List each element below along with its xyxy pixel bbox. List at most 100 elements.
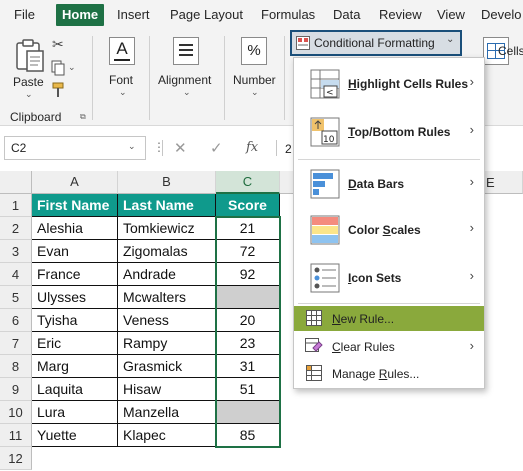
alignment-button[interactable]: Alignment ⌄ — [154, 34, 218, 97]
cell-score[interactable]: 51 — [216, 378, 280, 401]
menu-item-data-bars[interactable]: Data Bars › — [294, 162, 484, 206]
more-options-icon: ⋮ — [153, 140, 165, 154]
divider — [276, 140, 277, 156]
chevron-down-icon[interactable]: ⌄ — [68, 62, 76, 73]
row-header[interactable]: 3 — [0, 240, 32, 263]
cell-first-name[interactable]: Laquita — [32, 378, 118, 401]
cell-score[interactable]: 31 — [216, 355, 280, 378]
menu-item-icon-sets[interactable]: Icon Sets › — [294, 256, 484, 300]
clipboard-group-label: Clipboard — [10, 110, 62, 124]
row-header[interactable]: 10 — [0, 401, 32, 424]
tab-formulas[interactable]: Formulas — [261, 4, 315, 26]
cell-first-name[interactable]: Marg — [32, 355, 118, 378]
cell-score[interactable]: 72 — [216, 240, 280, 263]
column-header-b[interactable]: B — [118, 171, 216, 194]
data-bars-icon — [310, 169, 340, 199]
header-cell-first-name[interactable]: First Name — [32, 194, 118, 217]
cut-icon[interactable]: ✂ — [52, 36, 64, 53]
header-cell-score[interactable]: Score — [216, 194, 280, 217]
cell-first-name[interactable]: Yuette — [32, 424, 118, 447]
cell-first-name[interactable]: Ulysses — [32, 286, 118, 309]
column-header-c[interactable]: C — [216, 171, 280, 194]
cell-last-name[interactable]: Tomkiewicz — [118, 217, 216, 240]
cell-last-name[interactable]: Zigomalas — [118, 240, 216, 263]
cell-first-name[interactable]: France — [32, 263, 118, 286]
alignment-label: Alignment — [158, 73, 212, 87]
divider — [224, 36, 225, 120]
name-box[interactable]: C2 — [4, 136, 146, 160]
tab-data[interactable]: Data — [333, 4, 360, 26]
tab-file[interactable]: File — [14, 4, 35, 26]
alignment-icon — [173, 37, 199, 65]
cell-last-name[interactable]: Grasmick — [118, 355, 216, 378]
cell-score[interactable] — [216, 286, 280, 309]
header-cell-last-name[interactable]: Last Name — [118, 194, 216, 217]
select-all-corner[interactable] — [0, 171, 32, 194]
cell-last-name[interactable]: Manzella — [118, 401, 216, 424]
conditional-formatting-button[interactable]: Conditional Formatting ⌄ — [290, 30, 462, 56]
row-header[interactable]: 5 — [0, 286, 32, 309]
menu-item-top-bottom-rules[interactable]: 10 Top/Bottom Rules › — [294, 110, 484, 154]
menu-item-new-rule[interactable]: New Rule... — [294, 306, 484, 331]
row-header[interactable]: 4 — [0, 263, 32, 286]
paste-label: Paste — [13, 75, 44, 89]
enter-icon[interactable]: ✓ — [210, 139, 223, 157]
cell-first-name[interactable]: Evan — [32, 240, 118, 263]
icon-sets-icon — [310, 263, 340, 293]
menu-item-label: Icon Sets — [348, 271, 402, 285]
tab-view[interactable]: View — [437, 4, 465, 26]
format-painter-icon[interactable] — [50, 82, 66, 98]
menu-item-clear-rules[interactable]: Clear Rules › — [294, 334, 484, 359]
cell-score[interactable]: 85 — [216, 424, 280, 447]
menu-item-manage-rules[interactable]: Manage Rules... — [294, 361, 484, 386]
cell-first-name[interactable]: Lura — [32, 401, 118, 424]
cell-first-name[interactable]: Aleshia — [32, 217, 118, 240]
row-header[interactable]: 2 — [0, 217, 32, 240]
column-header-a[interactable]: A — [32, 171, 118, 194]
tab-insert[interactable]: Insert — [117, 4, 150, 26]
menu-item-label: Highlight Cells Rules — [348, 77, 469, 91]
chevron-down-icon[interactable]: ⌄ — [128, 141, 136, 152]
row-header[interactable]: 1 — [0, 194, 32, 217]
cell-last-name[interactable]: Klapec — [118, 424, 216, 447]
dialog-launcher-icon[interactable]: ⧉ — [80, 112, 86, 122]
tab-developer[interactable]: Develo — [481, 4, 521, 26]
font-button[interactable]: A Font ⌄ — [100, 34, 144, 97]
paste-icon — [16, 39, 44, 72]
row-header[interactable]: 11 — [0, 424, 32, 447]
cell-first-name[interactable]: Eric — [32, 332, 118, 355]
row-header[interactable]: 7 — [0, 332, 32, 355]
cell-score[interactable]: 21 — [216, 217, 280, 240]
tab-page-layout[interactable]: Page Layout — [170, 4, 243, 26]
cell-first-name[interactable]: Tyisha — [32, 309, 118, 332]
formula-input[interactable]: 2 — [285, 142, 292, 156]
cell-last-name[interactable]: Hisaw — [118, 378, 216, 401]
row-header[interactable]: 6 — [0, 309, 32, 332]
conditional-formatting-menu: < Highlight Cells Rules › 10 Top/Bottom … — [293, 57, 485, 389]
menu-item-highlight-cells-rules[interactable]: < Highlight Cells Rules › — [294, 62, 484, 106]
cell-score[interactable]: 20 — [216, 309, 280, 332]
row-header[interactable]: 9 — [0, 378, 32, 401]
row-header[interactable]: 8 — [0, 355, 32, 378]
column-header-e[interactable]: E — [486, 175, 495, 190]
svg-text:<: < — [326, 88, 334, 98]
copy-icon[interactable] — [50, 60, 66, 76]
number-button[interactable]: % Number ⌄ — [228, 34, 280, 97]
tab-home[interactable]: Home — [56, 4, 105, 26]
cell-score[interactable]: 92 — [216, 263, 280, 286]
paste-button[interactable]: Paste ⌄ — [8, 34, 48, 99]
cell-last-name[interactable]: Mcwalters — [118, 286, 216, 309]
chevron-right-icon: › — [469, 220, 474, 235]
cell-score[interactable] — [216, 401, 280, 424]
cell-last-name[interactable]: Rampy — [118, 332, 216, 355]
cell-last-name[interactable]: Andrade — [118, 263, 216, 286]
cancel-icon[interactable]: ✕ — [174, 139, 187, 157]
row-header[interactable]: 12 — [0, 447, 32, 470]
svg-text:10: 10 — [323, 135, 335, 145]
cell-score[interactable]: 23 — [216, 332, 280, 355]
insert-function-icon[interactable]: fx — [246, 140, 258, 155]
menu-item-color-scales[interactable]: Color Scales › — [294, 208, 484, 252]
tab-review[interactable]: Review — [379, 4, 422, 26]
cell-last-name[interactable]: Veness — [118, 309, 216, 332]
font-icon: A — [109, 37, 135, 65]
